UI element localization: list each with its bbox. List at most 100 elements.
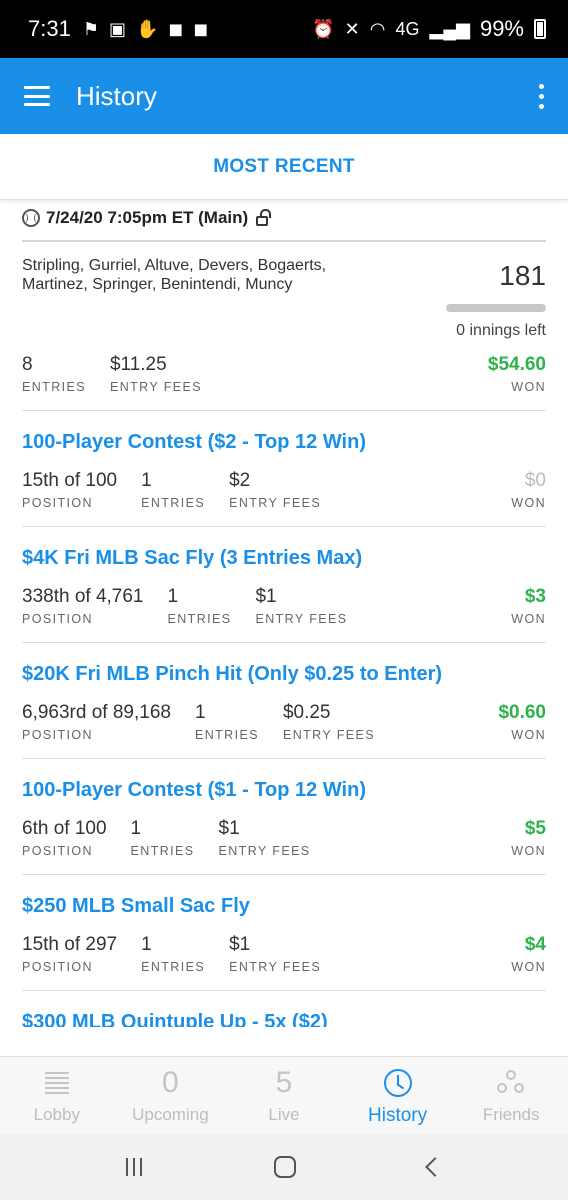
stat-entry-fees: $1 ENTRY FEES	[219, 818, 311, 858]
nav-upcoming[interactable]: 0 Upcoming	[114, 1057, 228, 1134]
recents-icon[interactable]	[126, 1158, 142, 1176]
contest-stats: 6th of 100 POSITION 1 ENTRIES $1 ENTRY FEES $5…	[22, 818, 546, 858]
alarm-icon: ⏰	[312, 18, 335, 39]
nav-label: Lobby	[33, 1105, 80, 1124]
nav-live[interactable]: 5 Live	[227, 1057, 341, 1134]
battery-icon	[534, 19, 546, 39]
nav-lobby[interactable]: Lobby	[0, 1057, 114, 1134]
bottom-nav: Lobby 0 Upcoming 5 Live History Friends	[0, 1056, 568, 1134]
contest-title-partial[interactable]: $300 MLB Quintuple Up - 5x ($2)	[22, 1011, 546, 1027]
players-line: Martinez, Springer, Benintendi, Muncy	[22, 276, 293, 293]
stat-label: WON	[511, 960, 546, 974]
stat-entry-fees: $1 ENTRY FEES	[229, 934, 321, 974]
stat-value: 8	[22, 354, 33, 375]
bag-notification-icon: ◼	[168, 18, 184, 39]
players-line: Stripling, Gurriel, Altuve, Devers, Boga…	[22, 257, 327, 274]
stat-entry-fees: $1 ENTRY FEES	[255, 586, 347, 626]
menu-icon[interactable]	[24, 86, 50, 106]
stat-entries: 1 ENTRIES	[195, 702, 259, 742]
stat-value: 1	[141, 470, 152, 491]
stat-won: $54.60 WON	[488, 354, 546, 394]
stat-label: ENTRY FEES	[109, 380, 203, 394]
stat-label: WON	[511, 612, 546, 626]
history-list[interactable]: 7/24/20 7:05pm ET (Main) Stripling, Gurr…	[0, 200, 568, 1056]
stat-value: $1	[255, 586, 277, 607]
stat-won: $4 WON	[511, 934, 546, 974]
lineup-score: 181	[499, 260, 546, 291]
slate-title: 7/24/20 7:05pm ET (Main)	[46, 208, 249, 227]
stat-label: POSITION	[22, 844, 93, 858]
nav-label: Live	[268, 1105, 300, 1124]
nav-friends[interactable]: Friends	[454, 1057, 568, 1134]
stat-label: ENTRIES	[130, 844, 195, 858]
stat-value: $54.60	[487, 354, 546, 375]
stat-label: WON	[511, 728, 546, 742]
stat-value: 6,963rd of 89,168	[22, 702, 171, 723]
stat-value: 6th of 100	[22, 818, 107, 839]
stat-label: POSITION	[22, 728, 93, 742]
stat-entries: 1 ENTRIES	[131, 818, 195, 858]
notification-icons: ⚑ ▣ ✋ ◼ ◼	[83, 19, 208, 40]
stat-label: POSITION	[22, 612, 93, 626]
back-icon[interactable]	[425, 1157, 445, 1177]
contest-item[interactable]: $250 MLB Small Sac Fly 15th of 297 POSITIO…	[0, 875, 568, 991]
lock-icon	[256, 209, 272, 226]
stat-position: 6,963rd of 89,168 POSITION	[22, 702, 171, 742]
stat-label: POSITION	[22, 960, 93, 974]
nav-label: Friends	[482, 1105, 540, 1124]
baseball-icon	[22, 209, 40, 227]
stat-entries: 1 ENTRIES	[141, 934, 205, 974]
stat-label: ENTRY FEES	[218, 844, 311, 858]
contest-item[interactable]: 100-Player Contest ($1 - Top 12 Win) 6th …	[0, 759, 568, 875]
stat-value: $5	[524, 818, 546, 839]
innings-left: 0 innings left	[456, 322, 546, 339]
stat-value: $11.25	[109, 354, 167, 375]
slate-stats: 8 ENTRIES $11.25 ENTRY FEES $54.60 WON	[22, 354, 546, 394]
status-time: 7:31	[28, 16, 71, 41]
stat-value: $1	[229, 934, 251, 955]
wifi-icon: ◠	[369, 18, 386, 39]
nav-history[interactable]: History	[341, 1057, 455, 1134]
stat-value: $4	[524, 934, 546, 955]
stat-label: ENTRIES	[141, 496, 206, 510]
stat-entry-fees: $11.25 ENTRY FEES	[110, 354, 202, 394]
home-icon[interactable]	[274, 1156, 296, 1178]
nav-label: Upcoming	[132, 1105, 209, 1124]
divider	[22, 990, 546, 991]
stat-entry-fees: $2 ENTRY FEES	[229, 470, 321, 510]
stat-value: 15th of 297	[22, 934, 118, 955]
contest-title[interactable]: 100-Player Contest ($2 - Top 12 Win)	[22, 431, 546, 454]
stat-position: 15th of 100 POSITION	[22, 470, 117, 510]
system-icons: ⏰ ✕ ◠ 4G ▂▄▆ 99%	[312, 16, 546, 42]
stat-entries: 8 ENTRIES	[22, 354, 86, 394]
stat-entries: 1 ENTRIES	[141, 470, 205, 510]
stat-value: 1	[167, 586, 179, 607]
contest-title[interactable]: $4K Fri MLB Sac Fly (3 Entries Max)	[22, 547, 546, 570]
stat-value: $0.25	[282, 702, 331, 723]
stat-label: ENTRY FEES	[229, 496, 322, 510]
lineup-players: Stripling, Gurriel, Altuve, Devers, Boga…	[22, 256, 372, 340]
contest-title[interactable]: 100-Player Contest ($1 - Top 12 Win)	[22, 779, 546, 802]
contest-item[interactable]: $4K Fri MLB Sac Fly (3 Entries Max) 338th…	[0, 527, 568, 643]
contest-item[interactable]: 100-Player Contest ($2 - Top 12 Win) 15th…	[0, 411, 568, 527]
network-type: 4G	[395, 18, 420, 39]
lineup-summary[interactable]: Stripling, Gurriel, Altuve, Devers, Boga…	[22, 256, 546, 340]
slate-header[interactable]: 7/24/20 7:05pm ET (Main)	[22, 206, 546, 242]
contest-item[interactable]: $20K Fri MLB Pinch Hit (Only $0.25 to En…	[0, 643, 568, 759]
stat-entries: 1 ENTRIES	[168, 586, 232, 626]
stat-entry-fees: $0.25 ENTRY FEES	[283, 702, 375, 742]
stat-label: POSITION	[22, 496, 93, 510]
page-title: History	[76, 80, 157, 111]
contest-stats: 15th of 297 POSITION 1 ENTRIES $1 ENTRY FEES $…	[22, 934, 546, 974]
stat-won: $0.60 WON	[498, 702, 546, 742]
list-icon	[44, 1072, 69, 1094]
status-bar: 7:31 ⚑ ▣ ✋ ◼ ◼ ⏰ ✕ ◠ 4G ▂▄▆ 99%	[0, 0, 568, 58]
stat-value: $1	[218, 818, 240, 839]
contest-title[interactable]: $20K Fri MLB Pinch Hit (Only $0.25 to En…	[22, 663, 546, 686]
more-options-icon[interactable]	[539, 83, 544, 109]
clock-icon	[383, 1069, 412, 1097]
signal-icon: ▂▄▆	[429, 18, 470, 39]
stat-label: ENTRY FEES	[229, 960, 322, 974]
contest-list: 100-Player Contest ($2 - Top 12 Win) 15th…	[0, 411, 568, 991]
contest-title[interactable]: $250 MLB Small Sac Fly	[22, 895, 546, 918]
